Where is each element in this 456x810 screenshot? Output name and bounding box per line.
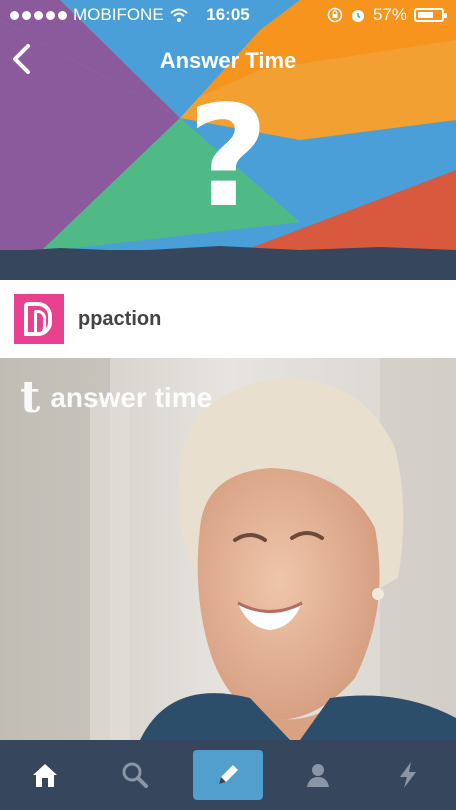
answer-time-header: Answer Time ? <box>0 0 456 280</box>
post-photo[interactable]: t answer time <box>0 358 456 740</box>
question-mark-graphic: ? <box>187 76 269 239</box>
home-icon <box>33 764 57 787</box>
rotation-lock-icon <box>327 7 343 23</box>
pencil-icon <box>219 765 238 784</box>
tab-account[interactable] <box>283 750 353 800</box>
lightning-icon <box>400 762 416 788</box>
tab-search[interactable] <box>100 750 170 800</box>
page-title: Answer Time <box>159 48 297 73</box>
alarm-icon <box>351 10 364 22</box>
tumblr-logo-icon: t <box>20 372 41 423</box>
tab-activity[interactable] <box>373 750 443 800</box>
blog-name[interactable]: ppaction <box>78 308 161 331</box>
bottom-tab-bar <box>0 740 456 810</box>
tab-home[interactable] <box>10 750 80 800</box>
battery-percentage: 57% <box>372 5 407 24</box>
compose-button[interactable] <box>193 750 263 800</box>
answer-time-watermark: t answer time <box>20 372 213 423</box>
search-icon <box>122 762 148 788</box>
battery-icon <box>414 8 447 22</box>
watermark-text: answer time <box>50 382 213 413</box>
account-icon <box>307 764 329 787</box>
post-header[interactable]: ppaction <box>0 280 456 358</box>
status-bar: MOBIFONE 16:05 57% <box>0 0 456 30</box>
avatar[interactable] <box>14 294 64 344</box>
